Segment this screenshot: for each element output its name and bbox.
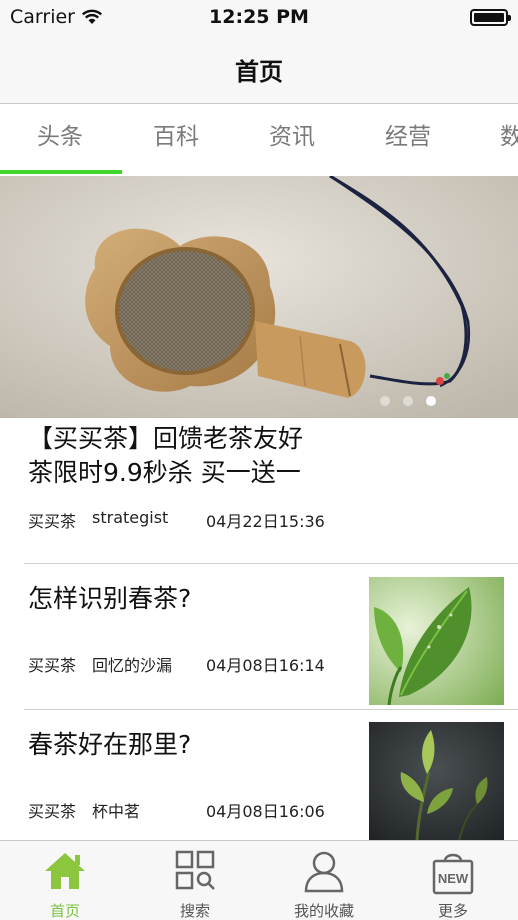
article-meta: 买买茶 回忆的沙漏 04月08日16:14 bbox=[28, 652, 325, 676]
carousel-page-indicator[interactable] bbox=[380, 396, 436, 406]
status-time: 12:25 PM bbox=[209, 6, 309, 28]
article-meta: 买买茶 strategist 04月22日15:36 bbox=[28, 508, 325, 532]
article-thumbnail bbox=[369, 577, 504, 705]
article-source: 买买茶 bbox=[28, 802, 77, 821]
home-icon bbox=[45, 853, 85, 889]
banner-image bbox=[0, 176, 518, 418]
new-bag-icon: NEW bbox=[432, 853, 474, 895]
tab-search[interactable]: 搜索 bbox=[130, 841, 260, 920]
page-title: 首页 bbox=[235, 58, 283, 86]
search-grid-icon bbox=[175, 850, 215, 890]
article-title: 【买买茶】回馈老茶友好 茶限时9.9秒杀 买一送一 bbox=[24, 422, 518, 490]
banner-carousel[interactable] bbox=[0, 176, 518, 418]
article-author: strategist bbox=[92, 508, 169, 527]
carousel-dot[interactable] bbox=[403, 396, 413, 406]
tab-more[interactable]: NEW 更多 bbox=[388, 841, 518, 920]
tab-more-label: 更多 bbox=[437, 902, 468, 920]
carousel-dot-active[interactable] bbox=[426, 396, 436, 406]
carousel-dot[interactable] bbox=[380, 396, 390, 406]
article-date: 04月22日15:36 bbox=[206, 512, 325, 531]
article-title-line: 【买买茶】回馈老茶友好 bbox=[28, 424, 304, 453]
tab-headlines[interactable]: 头条 bbox=[0, 104, 120, 176]
user-icon bbox=[304, 851, 344, 893]
article-title: 春茶好在那里? bbox=[28, 730, 192, 759]
article-title: 怎样识别春茶? bbox=[28, 584, 192, 613]
tab-favorites[interactable]: 我的收藏 bbox=[259, 841, 389, 920]
tab-news[interactable]: 资讯 bbox=[232, 104, 352, 176]
new-badge-text: NEW bbox=[438, 871, 469, 886]
article-item[interactable]: 【买买茶】回馈老茶友好 茶限时9.9秒杀 买一送一 买买茶 strategist… bbox=[24, 420, 518, 560]
battery-icon bbox=[470, 9, 511, 26]
article-date: 04月08日16:14 bbox=[206, 656, 325, 675]
article-source: 买买茶 bbox=[28, 656, 77, 675]
tab-search-label: 搜索 bbox=[179, 902, 210, 920]
status-bar: Carrier 12:25 PM bbox=[0, 0, 518, 34]
article-author: 杯中茗 bbox=[92, 802, 141, 821]
article-meta: 买买茶 杯中茗 04月08日16:06 bbox=[28, 798, 325, 822]
article-author: 回忆的沙漏 bbox=[92, 656, 173, 675]
article-thumbnail bbox=[369, 722, 504, 840]
tab-home-label: 首页 bbox=[49, 902, 80, 920]
navigation-bar: 首页 bbox=[0, 34, 518, 104]
article-source: 买买茶 bbox=[28, 512, 77, 531]
article-date: 04月08日16:06 bbox=[206, 802, 325, 821]
tab-business[interactable]: 经营 bbox=[348, 104, 468, 176]
tab-encyclopedia[interactable]: 百科 bbox=[116, 104, 236, 176]
bottom-tab-bar: 首页 搜索 我的收藏 NEW 更多 bbox=[0, 840, 518, 920]
article-title-line: 茶限时9.9秒杀 买一送一 bbox=[28, 458, 301, 487]
active-tab-indicator bbox=[0, 170, 122, 174]
tab-home[interactable]: 首页 bbox=[0, 841, 130, 920]
tab-favorites-label: 我的收藏 bbox=[293, 902, 354, 920]
tab-data[interactable]: 数 bbox=[464, 104, 518, 176]
category-tabs: 头条 百科 资讯 经营 数 bbox=[0, 104, 518, 176]
